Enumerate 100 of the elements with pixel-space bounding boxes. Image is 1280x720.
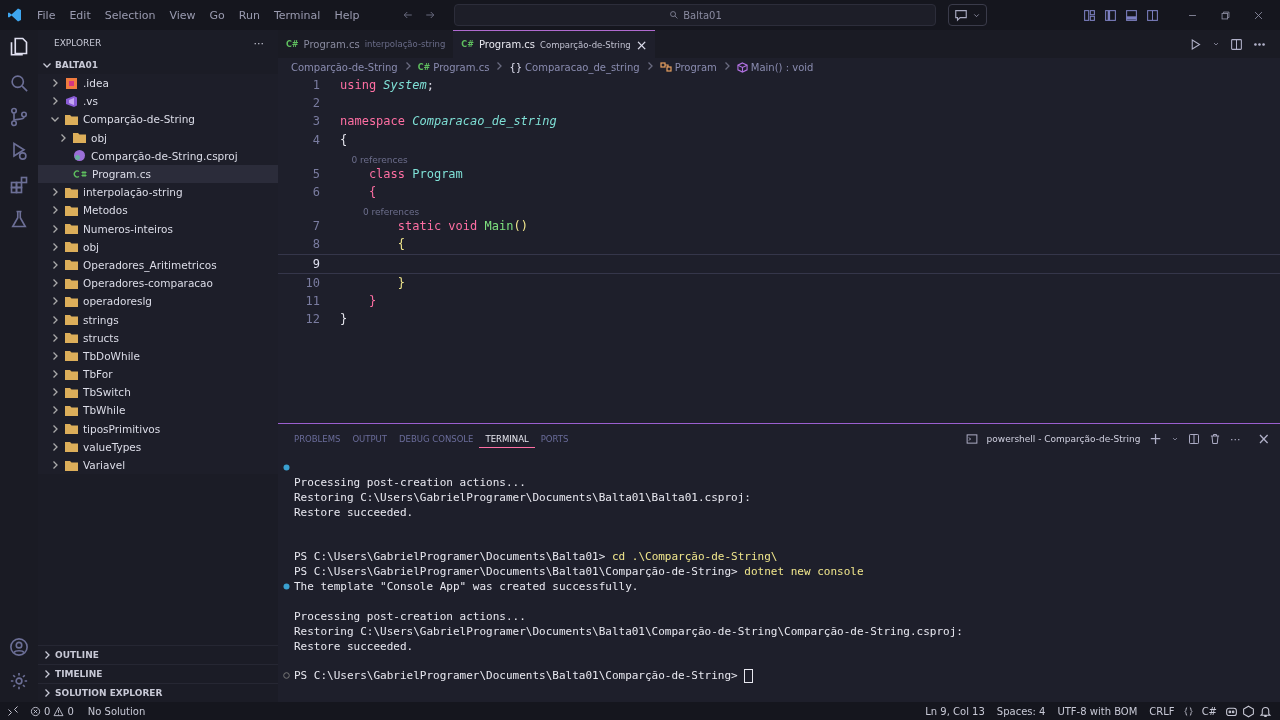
bell-icon[interactable] (1259, 704, 1272, 718)
hexagon-icon[interactable] (1242, 704, 1255, 718)
tree-item[interactable]: Numeros-inteiros (38, 219, 278, 238)
chevron-icon[interactable] (50, 460, 60, 471)
chevron-icon[interactable] (50, 187, 60, 198)
tree-item[interactable]: .idea (38, 74, 278, 93)
split-terminal-icon[interactable] (1187, 433, 1200, 445)
chevron-icon[interactable] (58, 132, 68, 143)
tree-item[interactable]: structs (38, 328, 278, 347)
success-dot-icon[interactable] (282, 463, 290, 471)
panel-tab[interactable]: TERMINAL (479, 430, 535, 448)
chevron-icon[interactable] (42, 60, 52, 70)
tree-item[interactable]: valueTypes (38, 437, 278, 456)
restore-icon[interactable] (1220, 9, 1231, 21)
breadcrumb-item[interactable]: Program (674, 61, 717, 73)
tree-item[interactable]: .vs (38, 92, 278, 111)
braces-icon[interactable] (1182, 705, 1194, 717)
menu-item[interactable]: Selection (97, 8, 163, 22)
chevron-icon[interactable] (50, 278, 60, 289)
flask-icon[interactable] (9, 209, 29, 229)
tree-item[interactable]: obj (38, 237, 278, 256)
solution-status[interactable]: No Solution (83, 705, 150, 717)
menu-item[interactable]: File (30, 8, 63, 22)
section-header[interactable]: TIMELINE (38, 664, 278, 683)
menu-item[interactable]: View (162, 8, 203, 22)
chevron-icon[interactable] (50, 441, 60, 452)
search-field[interactable]: Balta01 (454, 4, 937, 26)
caret-icon[interactable] (1212, 40, 1220, 48)
new-terminal-button[interactable]: + (1149, 430, 1162, 448)
success-dot-icon[interactable] (282, 583, 290, 591)
sidebar-toggle-icon[interactable] (1104, 8, 1117, 22)
chevron-icon[interactable] (50, 314, 60, 325)
chevron-icon[interactable] (50, 259, 60, 270)
search-icon[interactable] (9, 73, 29, 93)
forward-arrow-icon[interactable] (424, 9, 437, 21)
split-editor-icon[interactable] (1230, 37, 1243, 51)
tree-item[interactable]: TbSwitch (38, 383, 278, 402)
files-icon[interactable] (9, 36, 29, 56)
more-actions-button[interactable]: ··· (253, 36, 264, 50)
tree-item[interactable]: Program.cs (38, 164, 278, 184)
source-control-icon[interactable] (9, 107, 29, 127)
chevron-icon[interactable] (50, 423, 60, 434)
breadcrumb-item[interactable]: Main() : void (750, 61, 814, 73)
chevron-icon[interactable] (50, 96, 60, 107)
tree-item[interactable]: Comparção-de-String (38, 110, 278, 129)
tree-item[interactable]: Variavel (38, 455, 278, 475)
chat-button[interactable] (948, 4, 988, 26)
caret-icon[interactable] (1170, 435, 1179, 443)
run-icon[interactable] (1189, 37, 1202, 51)
trash-icon[interactable] (1208, 433, 1221, 445)
back-arrow-icon[interactable] (402, 9, 415, 21)
tree-item[interactable]: strings (38, 310, 278, 329)
panel-toggle-icon[interactable] (1125, 8, 1138, 22)
tree-item[interactable]: Operadores-comparacao (38, 274, 278, 293)
status-item[interactable]: CRLF (1145, 705, 1179, 717)
extensions-icon[interactable] (9, 175, 29, 195)
tree-item[interactable]: TbDoWhile (38, 346, 278, 365)
status-item[interactable]: Ln 9, Col 13 (921, 705, 989, 717)
breadcrumb-item[interactable]: Program.cs (433, 61, 490, 73)
menu-item[interactable]: Terminal (266, 8, 328, 22)
status-item[interactable]: C# (1197, 705, 1221, 717)
menu-item[interactable]: Go (202, 8, 232, 22)
menu-item[interactable]: Run (231, 8, 267, 22)
tree-item[interactable]: Metodos (38, 201, 278, 220)
prompt-circle-icon[interactable] (282, 672, 290, 680)
editor-tab[interactable]: C# Program.cs interpolação-string (278, 30, 454, 58)
tree-item[interactable]: obj (38, 128, 278, 147)
chevron-icon[interactable] (50, 223, 60, 234)
tree-item[interactable]: operadoreslg (38, 292, 278, 311)
terminal-name[interactable]: powershell - Comparção-de-String (986, 434, 1141, 444)
chevron-icon[interactable] (50, 350, 60, 361)
menu-item[interactable]: Help (327, 8, 367, 22)
chevron-icon[interactable] (50, 332, 60, 343)
close-icon[interactable] (1253, 9, 1264, 21)
chevron-icon[interactable] (50, 78, 60, 89)
status-item[interactable]: UTF-8 with BOM (1053, 705, 1142, 717)
close-panel-button[interactable]: × (1257, 430, 1270, 448)
status-item[interactable]: Spaces: 4 (992, 705, 1050, 717)
tree-item[interactable]: Operadores_Aritimetricos (38, 255, 278, 275)
menu-item[interactable]: Edit (62, 8, 98, 22)
editor-tab[interactable]: C# Program.cs Comparção-de-String × (453, 30, 656, 58)
tree-item[interactable]: Comparção-de-String.csproj (38, 146, 278, 165)
terminal-icon[interactable] (965, 433, 978, 445)
remote-icon[interactable] (7, 705, 19, 717)
chevron-icon[interactable] (50, 205, 60, 216)
chevron-icon[interactable] (50, 296, 60, 307)
chevron-icon[interactable] (50, 369, 60, 380)
chevron-icon[interactable] (50, 241, 60, 252)
problems-button[interactable]: 0 0 (26, 705, 78, 717)
breadcrumb-item[interactable]: Comparacao_de_string (525, 61, 640, 73)
tree-item[interactable]: TbFor (38, 365, 278, 384)
tree-item[interactable]: tiposPrimitivos (38, 419, 278, 438)
more-actions-button[interactable]: ··· (1229, 432, 1241, 446)
account-icon[interactable] (9, 637, 29, 657)
folder-header[interactable]: BALTA01 (38, 56, 278, 74)
split-layout-icon[interactable] (1146, 8, 1159, 22)
tree-item[interactable]: interpolação-string (38, 183, 278, 202)
breadcrumb-item[interactable]: Comparção-de-String (291, 61, 398, 73)
layout-icon[interactable] (1083, 8, 1096, 22)
tree-item[interactable]: TbWhile (38, 401, 278, 420)
